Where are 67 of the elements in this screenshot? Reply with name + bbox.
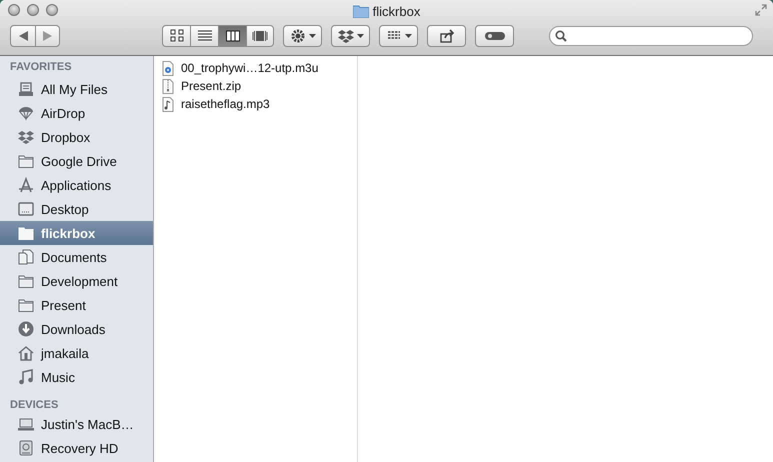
window-title: flickrbox xyxy=(372,4,420,18)
sidebar-item[interactable]: Recovery HD xyxy=(0,436,153,460)
sidebar-item[interactable]: Desktop xyxy=(0,197,153,221)
desktop-icon xyxy=(18,201,34,217)
file-item[interactable]: raisetheflag.mp3 xyxy=(154,95,357,113)
sidebar-item[interactable]: Music xyxy=(0,365,153,389)
view-button[interactable] xyxy=(218,25,246,47)
share-button[interactable] xyxy=(427,25,466,47)
documents-icon xyxy=(18,249,34,265)
parachute-icon xyxy=(18,105,34,121)
forward-icon xyxy=(43,31,52,41)
view-button[interactable] xyxy=(190,25,218,47)
columns-icon xyxy=(224,28,240,44)
sidebar-item[interactable]: Dropbox xyxy=(0,125,153,149)
search-icon xyxy=(555,30,567,42)
toggle-button[interactable] xyxy=(475,25,514,47)
file-item[interactable]: Present.zip xyxy=(154,77,357,95)
home-icon xyxy=(18,345,34,361)
sidebar-item[interactable]: AirDrop xyxy=(0,101,153,125)
view-button[interactable] xyxy=(246,25,274,47)
folder-icon xyxy=(18,297,34,313)
sidebar-item[interactable]: flickrbox xyxy=(0,221,153,245)
sidebar-item[interactable]: Development xyxy=(0,269,153,293)
gear-button[interactable] xyxy=(283,25,322,47)
sidebar-item[interactable]: Documents xyxy=(0,245,153,269)
gear-icon xyxy=(290,28,306,44)
cover-flow-icon xyxy=(252,28,268,44)
minimize-button[interactable] xyxy=(27,4,39,16)
download-icon xyxy=(18,321,34,337)
folder-icon xyxy=(18,153,34,169)
caret-icon xyxy=(404,34,412,38)
folder-icon xyxy=(18,273,34,289)
folder-icon xyxy=(18,225,34,241)
sidebar-item[interactable]: Google Drive xyxy=(0,149,153,173)
grid-icon xyxy=(168,28,184,44)
sidebar-item[interactable]: jmakaila xyxy=(0,341,153,365)
grid-button[interactable] xyxy=(379,25,418,47)
laptop-icon xyxy=(18,416,34,432)
sidebar-item[interactable]: Downloads xyxy=(0,317,153,341)
folder-icon xyxy=(352,4,369,18)
caret-icon xyxy=(308,34,316,38)
dropbox-icon xyxy=(18,129,34,145)
share-icon xyxy=(438,28,454,44)
fullscreen-icon[interactable] xyxy=(755,4,767,16)
dropbox-icon xyxy=(338,28,354,44)
search-field[interactable] xyxy=(549,26,753,46)
applications-icon xyxy=(18,177,34,193)
forward-button[interactable] xyxy=(35,25,60,47)
audio-file-icon xyxy=(161,96,175,112)
sidebar-item[interactable]: All My Files xyxy=(0,77,153,101)
caret-icon xyxy=(356,34,364,38)
dropbox-button[interactable] xyxy=(331,25,370,47)
playlist-file-icon xyxy=(161,60,175,76)
zoom-button[interactable] xyxy=(46,4,58,16)
view-button[interactable] xyxy=(162,25,190,47)
section-header: DEVICES xyxy=(9,398,60,412)
sidebar-item[interactable]: Justin's MacB… xyxy=(0,412,153,436)
file-item[interactable]: 00_trophywi…12-utp.m3u xyxy=(154,59,357,77)
files-icon xyxy=(18,81,34,97)
back-icon xyxy=(18,31,28,41)
sidebar-item[interactable]: Applications xyxy=(0,173,153,197)
back-button[interactable] xyxy=(10,25,35,47)
section-header: FAVORITES xyxy=(9,60,73,74)
close-button[interactable] xyxy=(8,4,20,16)
sidebar-item[interactable]: Present xyxy=(0,293,153,317)
zip-file-icon xyxy=(161,78,175,94)
music-note-icon xyxy=(18,369,34,385)
